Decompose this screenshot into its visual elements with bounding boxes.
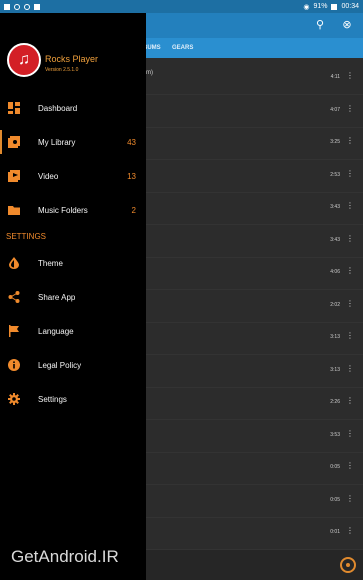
nav-item-legal-policy[interactable]: Legal Policy xyxy=(0,349,146,381)
more-options-icon[interactable]: ⋮ xyxy=(346,364,354,373)
nav-item-label: Music Folders xyxy=(38,205,88,215)
nav-item-label: Settings xyxy=(38,394,67,404)
nav-item-label: My Library xyxy=(38,137,76,147)
more-options-icon[interactable]: ⋮ xyxy=(346,331,354,340)
navigation-drawer: ♫ Rocks Player Version 2.5.1.0 Dashboard… xyxy=(0,13,146,580)
song-duration: 0:01 xyxy=(330,529,340,535)
song-duration: 2:53 xyxy=(330,171,340,178)
nav-item-my-library[interactable]: My Library 43 xyxy=(0,126,146,158)
screen: ◉ 91% 00:34 ⚲ ⊗ ALBUMS GEARS 4:11 ⋮ 4:07 ⋮ 3… xyxy=(0,0,363,580)
song-duration: 4:07 xyxy=(330,106,340,113)
song-duration: 4:06 xyxy=(330,269,340,275)
more-options-icon[interactable]: ⋮ xyxy=(346,71,354,80)
notification-icon xyxy=(24,3,30,10)
close-icon[interactable]: ⊗ xyxy=(341,19,353,31)
notification-icon xyxy=(34,3,40,10)
song-duration: 2:02 xyxy=(330,301,340,308)
notification-icon xyxy=(4,3,10,10)
song-duration: 0:05 xyxy=(330,464,340,470)
app-bar-actions: ⚲ ⊗ xyxy=(314,19,353,31)
library-icon xyxy=(8,136,20,148)
wifi-icon: ◉ xyxy=(303,3,310,11)
info-icon xyxy=(8,359,20,371)
nav-item-language[interactable]: Language xyxy=(0,315,146,347)
more-options-icon[interactable]: ⋮ xyxy=(346,136,354,145)
more-options-icon[interactable]: ⋮ xyxy=(346,494,354,503)
theme-icon xyxy=(9,257,19,269)
folder-icon xyxy=(8,206,20,215)
song-duration: 3:43 xyxy=(330,236,340,243)
more-options-icon[interactable]: ⋮ xyxy=(346,396,354,405)
song-title-fragment: m) xyxy=(146,70,153,76)
nav-item-dashboard[interactable]: Dashboard xyxy=(0,92,146,124)
nav-item-theme[interactable]: Theme xyxy=(0,247,146,279)
more-options-icon[interactable]: ⋮ xyxy=(346,169,354,178)
battery-icon xyxy=(331,3,338,10)
nav-item-share-app[interactable]: Share App xyxy=(0,281,146,313)
status-left-icons xyxy=(4,3,40,10)
nav-item-music-folders[interactable]: Music Folders 2 xyxy=(0,194,146,226)
gear-icon xyxy=(8,393,20,405)
song-duration: 3:25 xyxy=(330,139,340,145)
more-options-icon[interactable]: ⋮ xyxy=(346,526,354,535)
nav-item-count: 13 xyxy=(127,171,136,181)
more-options-icon[interactable]: ⋮ xyxy=(346,266,354,275)
song-duration: 2:26 xyxy=(330,399,340,405)
nav-item-count: 43 xyxy=(127,137,136,147)
app-logo: ♫ xyxy=(7,43,41,77)
share-icon xyxy=(8,291,20,303)
app-version: Version 2.5.1.0 xyxy=(45,67,79,73)
music-note-icon: ♫ xyxy=(18,51,30,68)
nav-item-label: Share App xyxy=(38,292,76,302)
tab-gears[interactable]: GEARS xyxy=(172,45,193,51)
nav-item-label: Video xyxy=(38,171,59,181)
song-duration: 4:11 xyxy=(330,74,340,80)
settings-heading: SETTINGS xyxy=(6,232,47,241)
clock: 00:34 xyxy=(341,3,359,10)
more-options-icon[interactable]: ⋮ xyxy=(346,429,354,438)
watermark: GetAndroid.IR xyxy=(11,547,119,566)
dashboard-icon xyxy=(8,102,20,114)
status-bar: ◉ 91% 00:34 xyxy=(0,0,363,13)
flag-icon xyxy=(9,325,19,337)
nav-item-label: Language xyxy=(38,326,74,336)
nav-item-video[interactable]: Video 13 xyxy=(0,160,146,192)
app-name: Rocks Player xyxy=(45,54,99,64)
more-options-icon[interactable]: ⋮ xyxy=(346,461,354,470)
battery-percent: 91% xyxy=(313,3,328,10)
disc-icon[interactable] xyxy=(340,557,356,573)
more-options-icon[interactable]: ⋮ xyxy=(346,299,354,308)
song-duration: 3:13 xyxy=(330,366,340,373)
song-duration: 0:05 xyxy=(330,496,340,503)
nav-item-label: Legal Policy xyxy=(38,360,82,370)
more-options-icon[interactable]: ⋮ xyxy=(346,104,354,113)
more-options-icon[interactable]: ⋮ xyxy=(346,201,354,210)
nav-item-settings[interactable]: Settings xyxy=(0,383,146,415)
notification-icon xyxy=(14,3,20,10)
song-duration: 3:43 xyxy=(330,204,340,210)
video-icon xyxy=(8,170,20,182)
nav-item-label: Theme xyxy=(38,258,63,268)
status-right: ◉ 91% 00:34 xyxy=(303,3,359,11)
nav-item-label: Dashboard xyxy=(38,103,78,113)
more-options-icon[interactable]: ⋮ xyxy=(346,234,354,243)
nav-item-count: 2 xyxy=(131,205,136,215)
song-duration: 3:13 xyxy=(330,334,340,340)
song-duration: 3:53 xyxy=(330,431,340,438)
search-icon[interactable]: ⚲ xyxy=(314,19,326,31)
